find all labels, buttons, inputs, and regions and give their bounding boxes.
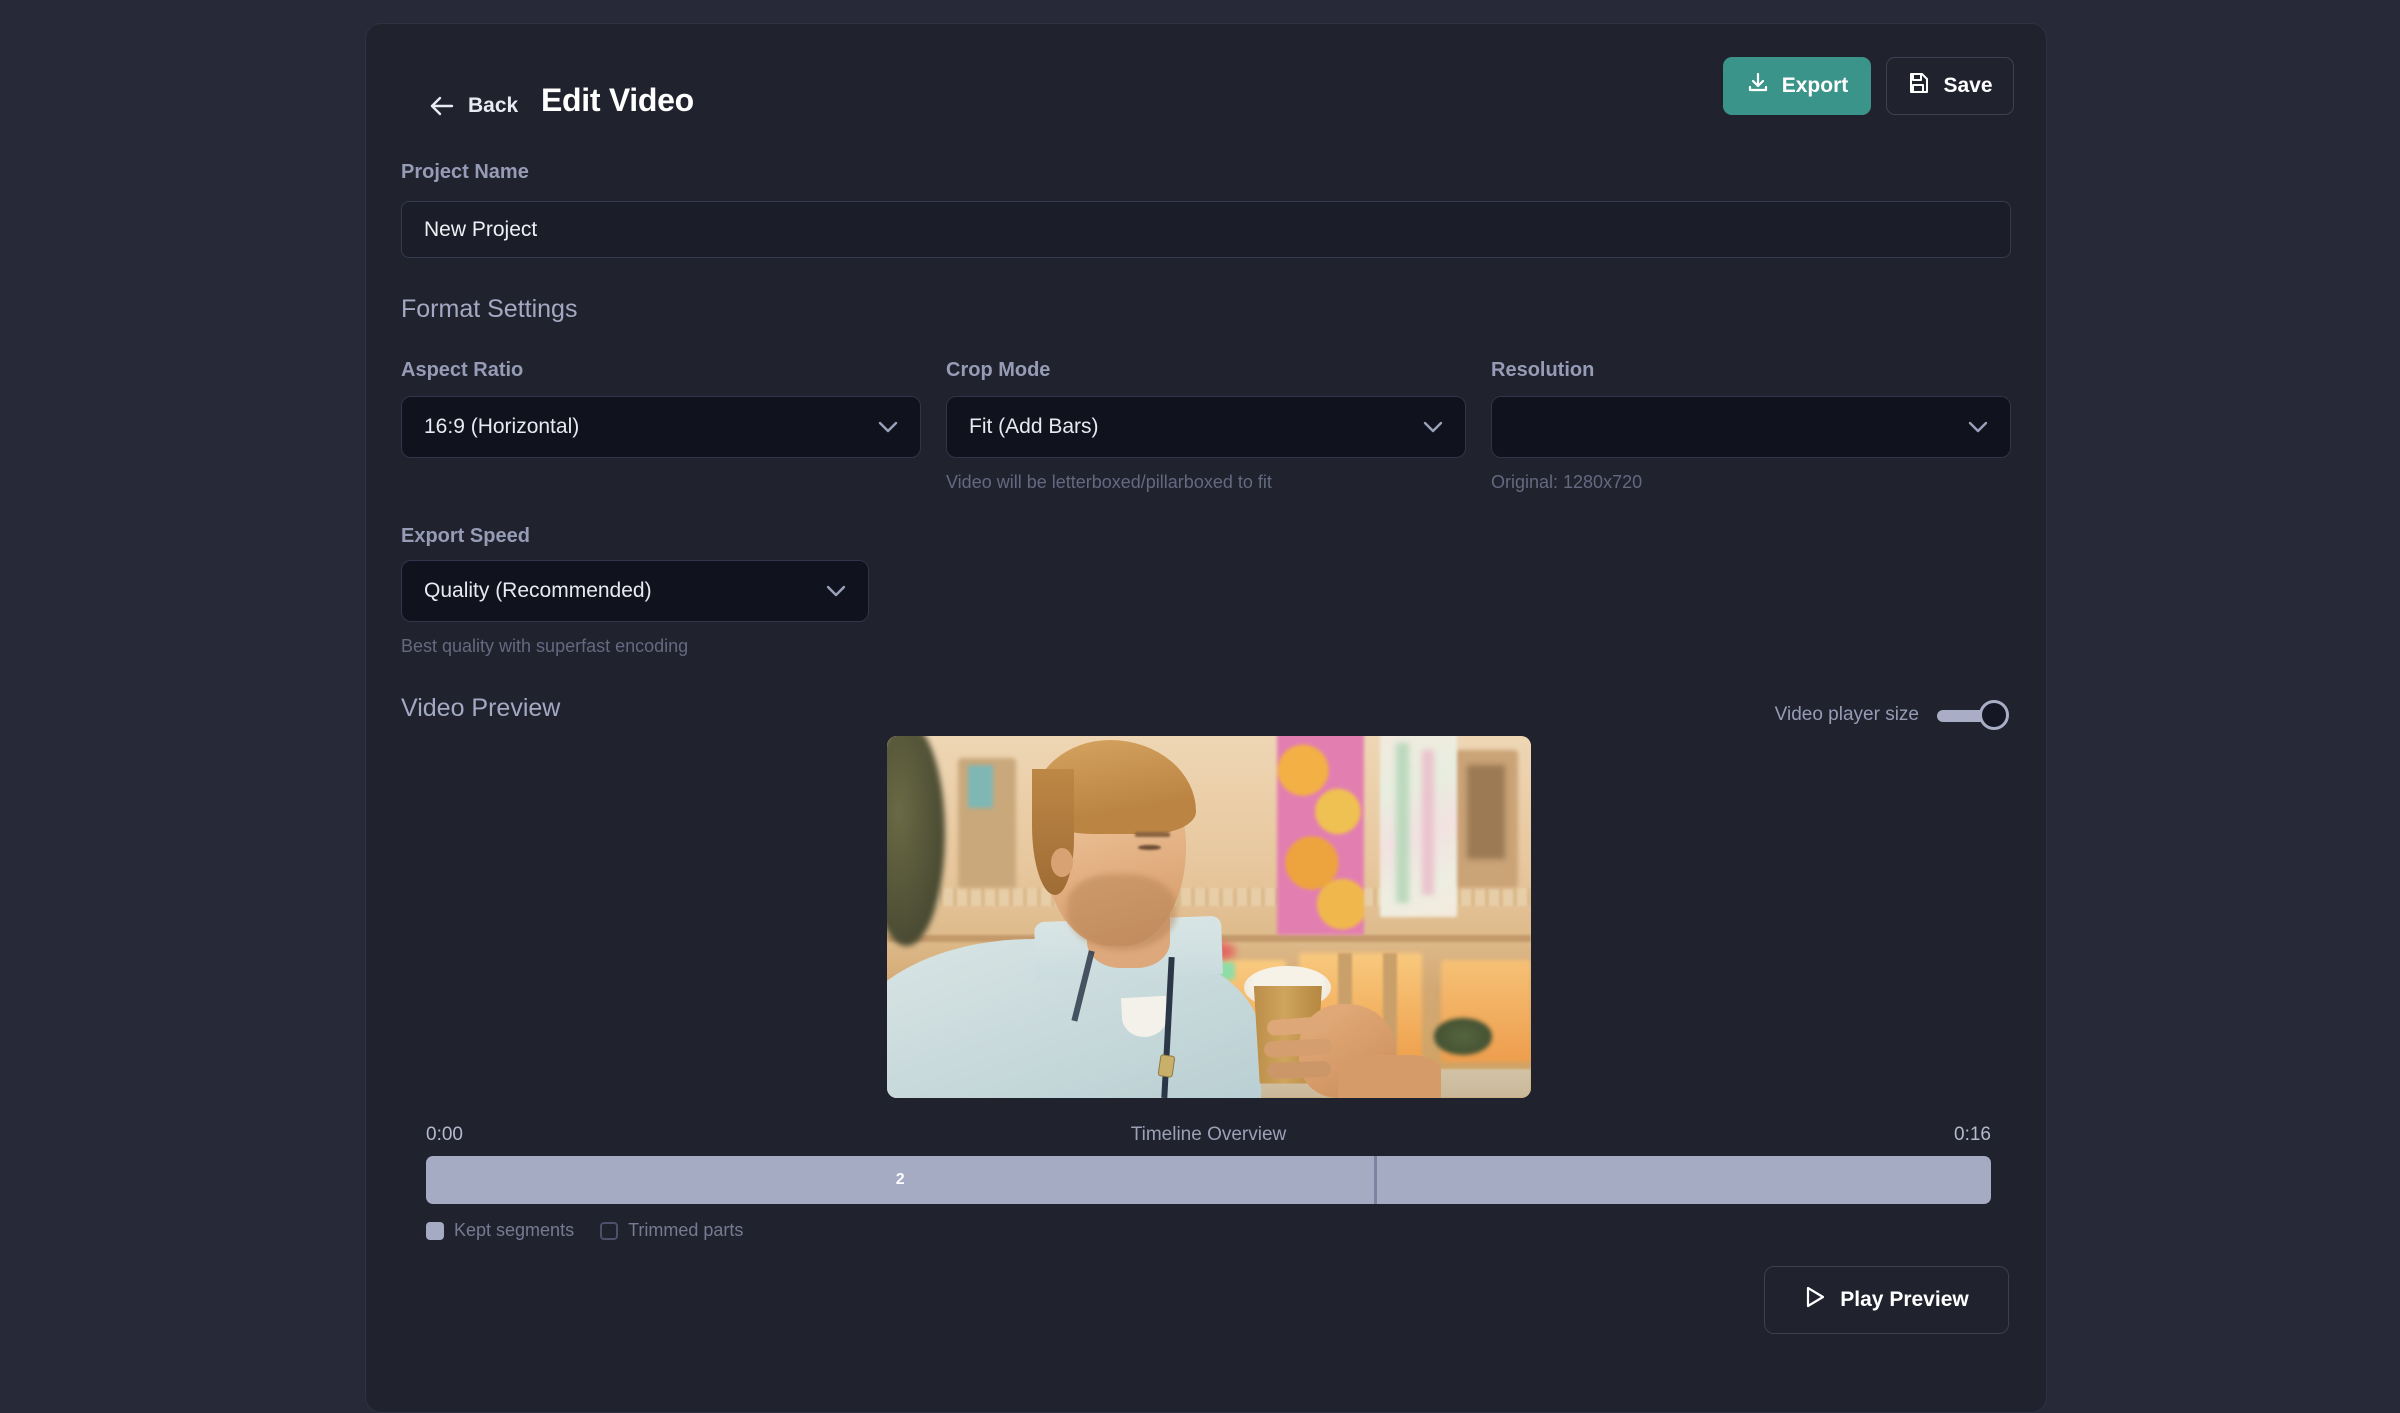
- timeline-start-time: 0:00: [426, 1124, 463, 1146]
- timeline-end-time: 0:16: [1954, 1124, 1991, 1146]
- play-preview-button[interactable]: Play Preview: [1764, 1266, 2009, 1334]
- export-speed-label: Export Speed: [401, 525, 530, 548]
- video-preview-player[interactable]: [887, 736, 1531, 1098]
- forearm: [1338, 1055, 1441, 1098]
- edit-video-panel: Back Edit Video Export Save Project Name…: [365, 23, 2047, 1413]
- kept-swatch-icon: [426, 1222, 444, 1240]
- banner-pattern: [1396, 743, 1409, 902]
- zipper-pull: [1157, 1054, 1175, 1078]
- player-size-label: Video player size: [1775, 704, 1919, 726]
- export-label: Export: [1782, 74, 1849, 98]
- play-icon: [1804, 1285, 1826, 1315]
- back-button[interactable]: Back: [428, 94, 518, 118]
- segment-label: 2: [896, 1171, 905, 1189]
- aspect-ratio-value: 16:9 (Horizontal): [424, 415, 579, 439]
- back-label: Back: [468, 94, 518, 118]
- chevron-down-icon: [1968, 415, 1988, 439]
- project-name-label: Project Name: [401, 161, 529, 184]
- pastel-banner: [1380, 736, 1457, 917]
- eyebrow: [1135, 832, 1170, 837]
- legend-kept-label: Kept segments: [454, 1220, 574, 1241]
- timeline-legend: Kept segments Trimmed parts: [426, 1220, 743, 1241]
- export-speed-select[interactable]: Quality (Recommended): [401, 560, 869, 622]
- chevron-down-icon: [878, 415, 898, 439]
- pink-banner: [1277, 736, 1364, 935]
- timeline-segment[interactable]: 2: [426, 1156, 1374, 1204]
- resolution-label: Resolution: [1491, 359, 1594, 382]
- player-size-slider[interactable]: [1937, 700, 2009, 730]
- trimmed-swatch-icon: [600, 1222, 618, 1240]
- save-button[interactable]: Save: [1886, 57, 2014, 115]
- format-settings-title: Format Settings: [401, 295, 577, 324]
- slider-thumb[interactable]: [1979, 700, 2009, 730]
- export-speed-helper: Best quality with superfast encoding: [401, 636, 688, 657]
- legend-kept-segments: Kept segments: [426, 1220, 574, 1241]
- resolution-select[interactable]: [1491, 396, 2011, 458]
- aspect-ratio-label: Aspect Ratio: [401, 359, 523, 382]
- crop-mode-label: Crop Mode: [946, 359, 1050, 382]
- legend-trimmed-parts: Trimmed parts: [600, 1220, 743, 1241]
- crop-mode-select[interactable]: Fit (Add Bars): [946, 396, 1466, 458]
- project-name-input[interactable]: New Project: [401, 201, 2011, 258]
- aspect-ratio-select[interactable]: 16:9 (Horizontal): [401, 396, 921, 458]
- page-title: Edit Video: [541, 82, 694, 119]
- project-name-value: New Project: [424, 218, 537, 242]
- plant: [1434, 1018, 1492, 1054]
- window-recess: [1467, 765, 1506, 859]
- crop-mode-helper: Video will be letterboxed/pillarboxed to…: [946, 472, 1272, 493]
- banner-pattern: [1422, 750, 1435, 895]
- timeline-overview-bar[interactable]: 2: [426, 1156, 1991, 1204]
- download-icon: [1746, 71, 1770, 101]
- resolution-helper: Original: 1280x720: [1491, 472, 1642, 493]
- export-speed-value: Quality (Recommended): [424, 579, 652, 603]
- window-shutter: [968, 765, 994, 808]
- export-button[interactable]: Export: [1723, 57, 1871, 115]
- timeline-segment[interactable]: [1374, 1156, 1991, 1204]
- finger: [1267, 1061, 1332, 1080]
- video-preview-title: Video Preview: [401, 694, 560, 723]
- play-preview-label: Play Preview: [1840, 1288, 1968, 1312]
- legend-trimmed-label: Trimmed parts: [628, 1220, 743, 1241]
- save-label: Save: [1943, 74, 1992, 98]
- beard: [1067, 874, 1176, 950]
- arrow-left-icon: [428, 95, 454, 117]
- chevron-down-icon: [1423, 415, 1443, 439]
- floppy-disk-icon: [1907, 71, 1931, 101]
- timeline-title: Timeline Overview: [1131, 1124, 1287, 1146]
- chevron-down-icon: [826, 579, 846, 603]
- crop-mode-value: Fit (Add Bars): [969, 415, 1099, 439]
